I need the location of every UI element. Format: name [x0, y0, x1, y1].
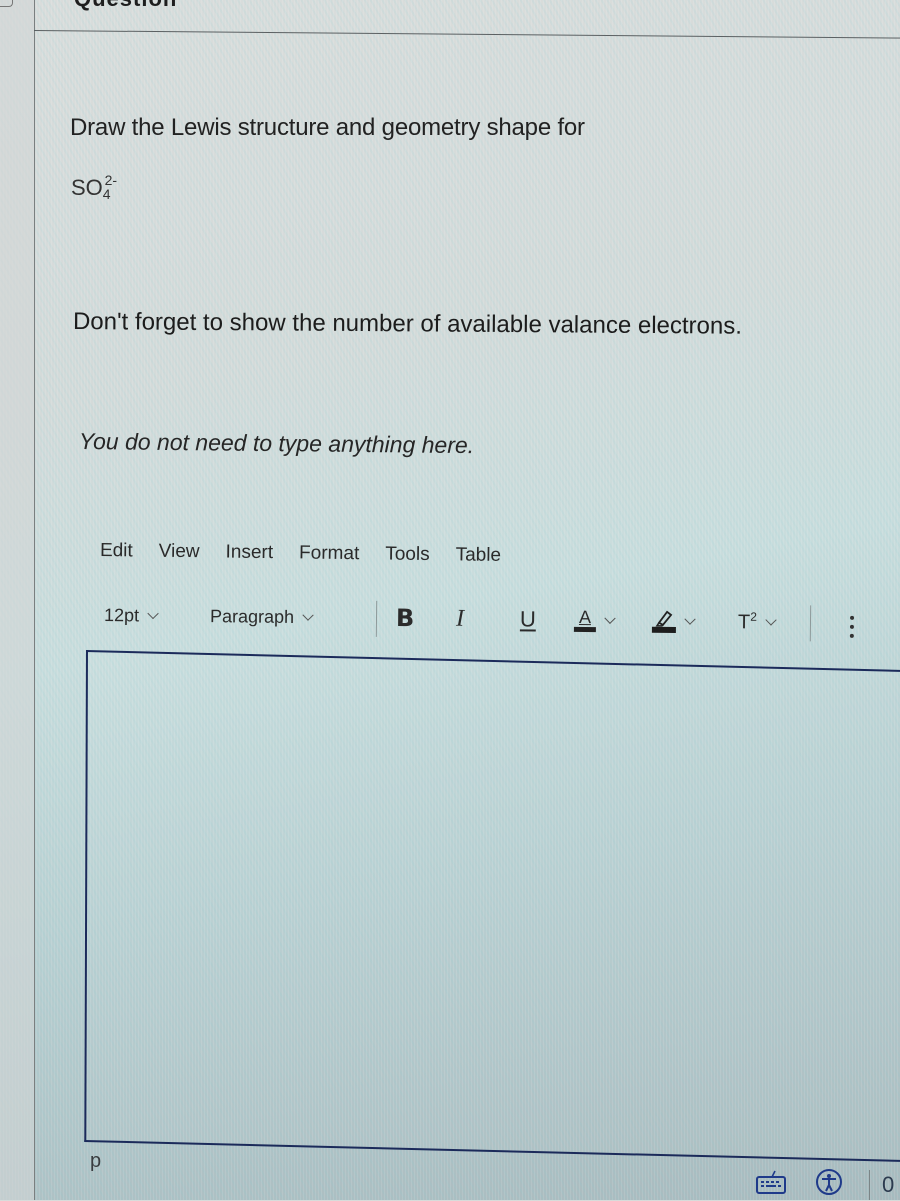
menu-tools[interactable]: Tools [385, 543, 430, 566]
menu-table[interactable]: Table [456, 544, 502, 567]
block-format-select[interactable]: Paragraph [209, 601, 314, 632]
superscript-icon: T2 [738, 609, 757, 634]
text-color-swatch [573, 626, 596, 633]
superscript-button[interactable]: T2 [738, 607, 777, 637]
status-bar-right: 0 [755, 1168, 894, 1201]
question-note: You do not need to type anything here. [78, 428, 475, 459]
toolbar-separator [809, 605, 812, 642]
header-divider [33, 30, 900, 39]
chevron-down-icon [684, 612, 696, 625]
menu-format[interactable]: Format [299, 542, 359, 565]
question-prompt: Draw the Lewis structure and geometry sh… [70, 114, 585, 141]
status-separator [869, 1169, 870, 1200]
element-path[interactable]: p [90, 1150, 101, 1173]
chevron-down-icon [765, 613, 777, 626]
section-title: Question [74, 0, 177, 12]
more-vertical-icon [849, 615, 855, 638]
accessibility-icon[interactable] [815, 1168, 843, 1201]
more-options-button[interactable] [849, 612, 855, 642]
toolbar-separator [375, 600, 378, 637]
menu-insert[interactable]: Insert [225, 542, 273, 565]
font-size-value: 12pt [103, 604, 140, 625]
editor-content-area[interactable] [84, 650, 900, 1164]
highlighter-icon [651, 609, 676, 633]
editor-menubar: Edit View Insert Format Tools Table [100, 540, 527, 567]
chevron-down-icon [147, 607, 159, 619]
underline-button[interactable]: U [520, 604, 536, 634]
left-gutter [0, 0, 35, 1200]
keyboard-icon[interactable] [755, 1169, 787, 1200]
menu-edit[interactable]: Edit [100, 540, 133, 562]
menu-view[interactable]: View [159, 541, 200, 563]
word-count: 0 [882, 1171, 895, 1197]
chevron-down-icon [604, 612, 616, 624]
text-color-letter: A [578, 606, 592, 628]
bold-button[interactable]: B [396, 603, 415, 633]
italic-button[interactable]: I [456, 604, 464, 634]
text-color-icon: A [573, 606, 596, 633]
font-size-select[interactable]: 12pt [103, 600, 159, 631]
chevron-down-icon [302, 608, 314, 621]
formula-subscript: 4 [102, 186, 111, 202]
text-color-button[interactable]: A [573, 605, 616, 635]
formula-charge: 2- [104, 172, 118, 188]
chemical-formula: SO42- [71, 172, 117, 202]
editor-toolbar: 12pt Paragraph B I U A T2 [104, 600, 894, 644]
superscript-letter: T [737, 610, 751, 634]
highlight-color-button[interactable] [651, 606, 696, 636]
formula-base: SO [71, 175, 103, 200]
question-reminder: Don't forget to show the number of avail… [72, 308, 743, 340]
superscript-mark: 2 [750, 609, 758, 624]
corner-tab [0, 0, 13, 7]
block-format-value: Paragraph [209, 605, 295, 627]
